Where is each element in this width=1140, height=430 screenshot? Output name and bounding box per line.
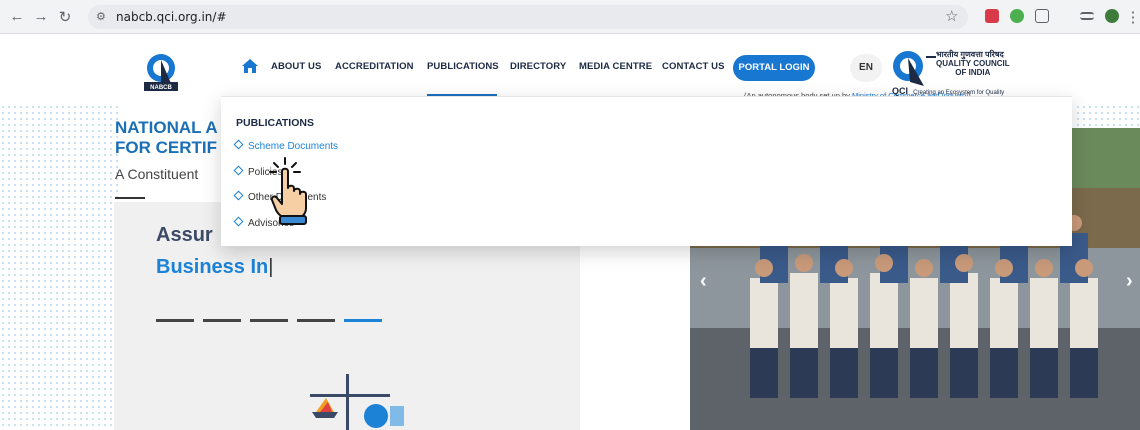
hero-headline-line1: Assur — [156, 224, 213, 246]
extension-icon[interactable] — [1010, 9, 1024, 23]
hero-title-line2: FOR CERTIF — [115, 138, 217, 157]
diamond-bullet-icon — [233, 216, 244, 227]
hero-headline-text: Business In — [156, 256, 269, 278]
browser-toolbar: ← → ↻ ⚙ nabcb.qci.org.in/# ☆ ⋮ — [0, 0, 1140, 34]
hero-divider — [115, 197, 145, 199]
menu-kebab-icon[interactable]: ⋮ — [1124, 8, 1140, 26]
profile-avatar[interactable] — [1105, 9, 1119, 23]
nabcb-logo[interactable]: NABCB — [140, 52, 182, 92]
extensions-puzzle-icon[interactable] — [1035, 9, 1049, 23]
carousel-next-icon[interactable]: › — [1126, 270, 1133, 293]
dropdown-item-scheme-documents[interactable]: Scheme Documents — [233, 139, 339, 154]
qci-hindi-name: भारतीय गुणवत्ता परिषद — [936, 50, 1004, 59]
qci-name-line2: OF INDIA — [955, 68, 991, 77]
extension-icon[interactable] — [985, 9, 999, 23]
bookmark-star-icon[interactable]: ☆ — [945, 7, 958, 25]
diamond-bullet-icon — [233, 139, 244, 150]
url-text[interactable]: nabcb.qci.org.in/# — [116, 10, 227, 24]
nav-accreditation[interactable]: ACCREDITATION — [335, 61, 414, 77]
slide-indicator[interactable] — [203, 319, 241, 322]
dropdown-title: PUBLICATIONS — [236, 117, 314, 129]
dropdown-item-label: Scheme Documents — [248, 141, 339, 152]
nav-directory[interactable]: DIRECTORY — [510, 61, 566, 77]
diamond-bullet-icon — [233, 165, 244, 176]
forward-icon[interactable]: → — [32, 8, 50, 25]
qci-name-block: भारतीय गुणवत्ता परिषद QUALITY COUNCIL OF… — [936, 50, 1010, 77]
qci-name-line1: QUALITY COUNCIL — [936, 59, 1010, 68]
nav-publications[interactable]: PUBLICATIONS — [427, 61, 499, 77]
back-icon[interactable]: ← — [8, 8, 26, 25]
dot-pattern-decoration — [0, 104, 120, 430]
hero-headline-line2: Business In| — [156, 256, 274, 278]
slide-indicator[interactable] — [297, 319, 335, 322]
hero-title-line1: NATIONAL A — [115, 118, 218, 137]
slide-indicator-active[interactable] — [344, 319, 382, 322]
slide-indicator[interactable] — [156, 319, 194, 322]
reading-list-icon[interactable] — [1080, 12, 1094, 20]
slide-indicator[interactable] — [250, 319, 288, 322]
reload-icon[interactable]: ↻ — [56, 8, 74, 26]
hero-subtitle: A Constituent — [115, 166, 199, 182]
publications-dropdown: PUBLICATIONS Scheme Documents Policies O… — [221, 96, 1072, 246]
nav-about-us[interactable]: ABOUT US — [271, 61, 321, 77]
carousel-prev-icon[interactable]: ‹ — [700, 270, 707, 293]
hero-title: NATIONAL A FOR CERTIF — [115, 118, 218, 158]
address-bar[interactable]: ⚙ nabcb.qci.org.in/# — [88, 5, 968, 29]
nav-media-centre[interactable]: MEDIA CENTRE — [579, 61, 652, 77]
svg-text:NABCB: NABCB — [150, 85, 172, 91]
site-info-icon[interactable]: ⚙ — [96, 10, 106, 23]
home-icon[interactable] — [241, 58, 259, 74]
language-selector[interactable]: EN — [850, 54, 882, 82]
diamond-bullet-icon — [233, 190, 244, 201]
portal-login-button[interactable]: PORTAL LOGIN — [733, 55, 815, 81]
scale-illustration — [310, 374, 404, 430]
hand-pointer-cursor-icon — [269, 157, 307, 225]
nav-contact-us[interactable]: CONTACT US — [662, 61, 725, 77]
